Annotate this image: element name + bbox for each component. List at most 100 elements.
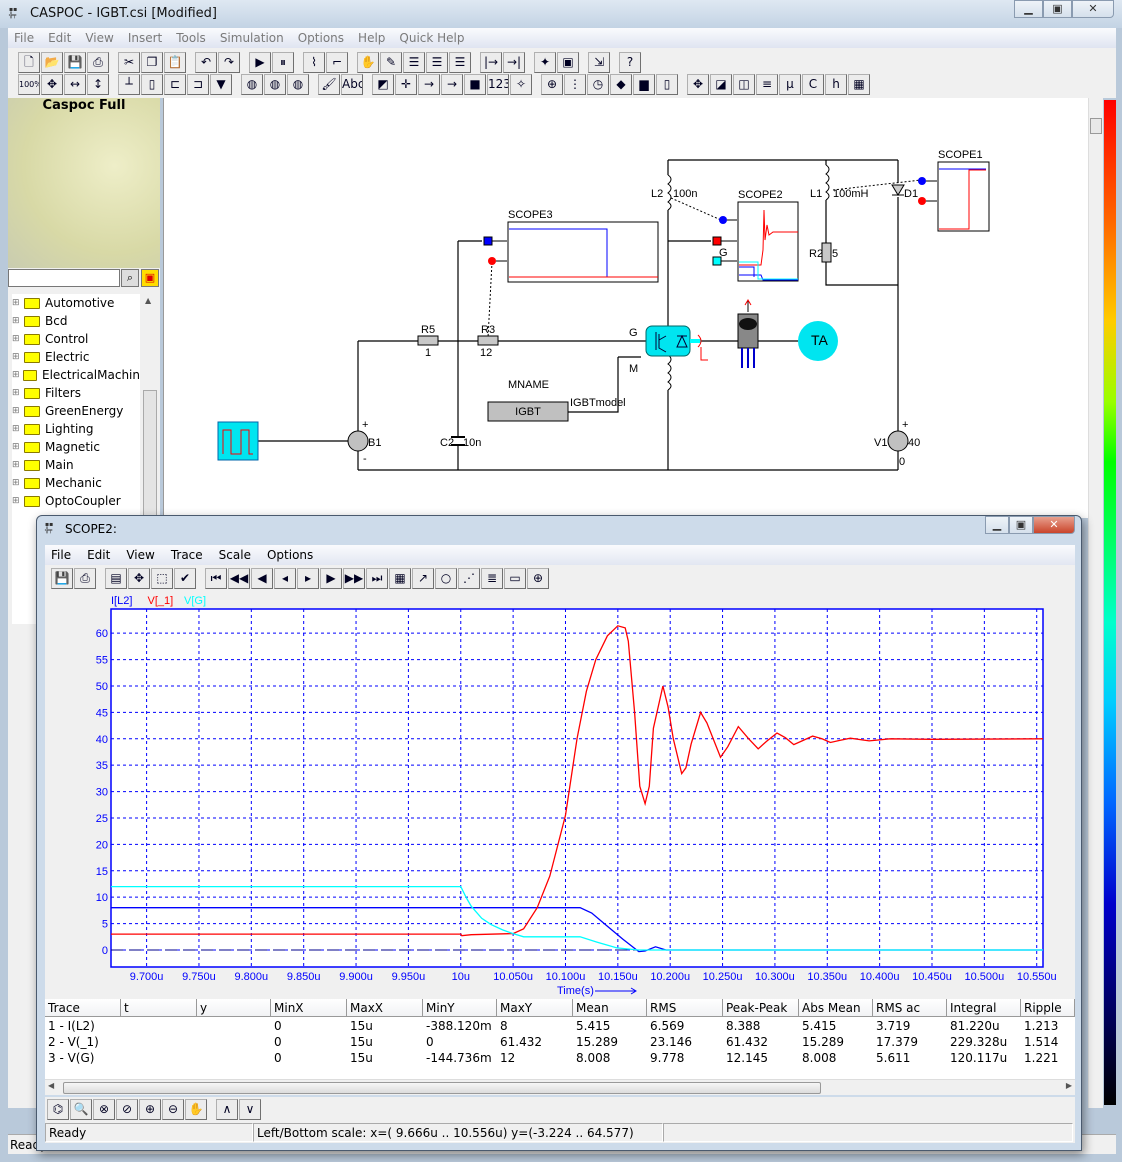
scope2-probe-blue[interactable] xyxy=(719,216,727,224)
crosshair-icon[interactable]: ⊕ xyxy=(527,568,549,589)
wire-2-icon[interactable]: → xyxy=(441,74,463,95)
globe-3-icon[interactable]: ◍ xyxy=(287,74,309,95)
fast-back-icon[interactable]: ◀◀ xyxy=(228,568,250,589)
node-icon[interactable]: ✛ xyxy=(395,74,417,95)
scroll-right-icon[interactable]: ▶ xyxy=(1066,1081,1072,1090)
fit-width-icon[interactable]: ↔ xyxy=(64,74,86,95)
wizard-icon[interactable]: ✦ xyxy=(534,52,556,73)
zoom-100-icon[interactable]: 100% xyxy=(18,74,40,95)
overlay-icon[interactable]: ◪ xyxy=(710,74,732,95)
library-search-input[interactable] xyxy=(8,269,120,287)
ground-icon[interactable]: ┴ xyxy=(118,74,140,95)
resistor-r3[interactable] xyxy=(477,335,499,346)
pause-icon[interactable]: ⏸ xyxy=(272,52,294,73)
zoom-in-icon[interactable]: ⊕ xyxy=(139,1099,161,1120)
graph-xy-icon[interactable]: ○ xyxy=(435,568,457,589)
tree-item-electricalmachin[interactable]: ⊞ ElectricalMachin xyxy=(12,366,140,384)
current-probe[interactable] xyxy=(697,334,708,361)
column-header-t[interactable]: t xyxy=(121,999,197,1017)
zoom-icon[interactable]: 🔍 xyxy=(70,1099,92,1120)
text-icon[interactable]: Abc xyxy=(341,74,363,95)
grid-icon[interactable]: ⋮ xyxy=(564,74,586,95)
table-icon[interactable]: ▦ xyxy=(389,568,411,589)
menu-options[interactable]: Options xyxy=(298,31,344,45)
bar-2-icon[interactable]: ▯ xyxy=(656,74,678,95)
cut-icon[interactable]: ✂ xyxy=(118,52,140,73)
scope-maximize-button[interactable]: ▣ xyxy=(1009,516,1033,534)
expand-icon[interactable]: ⊞ xyxy=(12,298,24,308)
igbt-device[interactable] xyxy=(645,325,691,357)
chip-h-icon[interactable]: h xyxy=(825,74,847,95)
globe-2-icon[interactable]: ◍ xyxy=(264,74,286,95)
step-forward-icon[interactable]: ▸ xyxy=(297,568,319,589)
chip-m-icon[interactable]: μ xyxy=(779,74,801,95)
scope3-probe-blue[interactable] xyxy=(483,236,493,246)
expand-icon[interactable]: ⊞ xyxy=(12,352,24,362)
tree-item-automotive[interactable]: ⊞ Automotive xyxy=(12,294,140,312)
crosshair-icon[interactable]: ⊕ xyxy=(541,74,563,95)
scope-menu-file[interactable]: File xyxy=(51,548,71,562)
binoculars-icon[interactable]: ⌬ xyxy=(47,1099,69,1120)
menu-help[interactable]: Help xyxy=(358,31,385,45)
color-icon[interactable]: ◩ xyxy=(372,74,394,95)
expand-icon[interactable]: ⊞ xyxy=(12,460,24,470)
column-header-maxy[interactable]: MaxY xyxy=(497,999,573,1017)
zoom-fit-icon[interactable]: ✥ xyxy=(687,74,709,95)
column-header-ripple[interactable]: Ripple xyxy=(1021,999,1075,1017)
scope2-block[interactable] xyxy=(737,201,799,282)
copy-icon[interactable]: ❐ xyxy=(141,52,163,73)
window-icon[interactable]: ▭ xyxy=(504,568,526,589)
back-icon[interactable]: ◀ xyxy=(251,568,273,589)
tree-item-control[interactable]: ⊞ Control xyxy=(12,330,140,348)
table-horizontal-scrollbar[interactable]: ◀ ▶ xyxy=(45,1079,1075,1095)
hand-icon[interactable]: ✋ xyxy=(357,52,379,73)
print-icon[interactable]: ⎙ xyxy=(87,52,109,73)
column-header-rms-ac[interactable]: RMS ac xyxy=(873,999,947,1017)
fill-icon[interactable]: ◆ xyxy=(610,74,632,95)
scroll-thumb[interactable] xyxy=(63,1082,821,1094)
expand-icon[interactable]: ⊞ xyxy=(12,424,24,434)
scope-menu-trace[interactable]: Trace xyxy=(171,548,203,562)
fit-icon[interactable]: ✥ xyxy=(128,568,150,589)
check-icon[interactable]: ✔ xyxy=(174,568,196,589)
scope1-block[interactable] xyxy=(937,161,990,232)
waveform-icon[interactable]: ⌇ xyxy=(303,52,325,73)
select-box-icon[interactable]: ⬚ xyxy=(151,568,173,589)
help-icon[interactable]: ? xyxy=(619,52,641,73)
component-a-icon[interactable]: ⊏ xyxy=(164,74,186,95)
resistor-r2[interactable] xyxy=(821,242,832,263)
tree-item-lighting[interactable]: ⊞ Lighting xyxy=(12,420,140,438)
tree-item-greenenergy[interactable]: ⊞ GreenEnergy xyxy=(12,402,140,420)
list-2-icon[interactable]: ☰ xyxy=(426,52,448,73)
menu-edit[interactable]: Edit xyxy=(48,31,71,45)
scope1-probe-blue[interactable] xyxy=(918,177,926,185)
scope-menu-scale[interactable]: Scale xyxy=(219,548,251,562)
scope-chart-area[interactable]: 0 5 10 15 20 25 30 35 40 45 50 55 60 9.700u 9.750u 9.80… xyxy=(45,593,1075,999)
menu-view[interactable]: View xyxy=(85,31,113,45)
align-icon[interactable]: ≡ xyxy=(756,74,778,95)
graph-dots-icon[interactable]: ⋰ xyxy=(458,568,480,589)
probe-icon[interactable]: ▼ xyxy=(210,74,232,95)
save-icon[interactable]: 💾 xyxy=(64,52,86,73)
expand-icon[interactable]: ⊞ xyxy=(12,370,23,380)
close-button[interactable]: ✕ xyxy=(1072,0,1114,18)
brush-icon[interactable]: 🖌 xyxy=(318,74,340,95)
scroll-thumb[interactable] xyxy=(1090,118,1102,134)
menu-insert[interactable]: Insert xyxy=(128,31,162,45)
scope-minimize-button[interactable]: ▁ xyxy=(985,516,1009,534)
scroll-up-icon[interactable]: ▲ xyxy=(145,296,151,305)
scope-menu-edit[interactable]: Edit xyxy=(87,548,110,562)
diode-d1[interactable] xyxy=(891,184,905,196)
scope2-probe-red[interactable] xyxy=(712,236,722,246)
source-v1[interactable] xyxy=(887,430,909,452)
menu-tools[interactable]: Tools xyxy=(176,31,206,45)
igbt-emitter-inductance[interactable] xyxy=(667,354,672,391)
schematic-canvas[interactable]: L2 100n L1 100mH D1 R2 5 SCOPE1 SCOPE2 G… xyxy=(163,98,1088,518)
export-icon[interactable]: ⇲ xyxy=(588,52,610,73)
trace-select-icon[interactable]: ▤ xyxy=(105,568,127,589)
list-3-icon[interactable]: ☰ xyxy=(449,52,471,73)
library-browse-icon[interactable]: ▣ xyxy=(141,269,159,287)
list-icon[interactable]: ☰ xyxy=(403,52,425,73)
search-icon[interactable]: ⌕ xyxy=(121,269,139,287)
tree-item-bcd[interactable]: ⊞ Bcd xyxy=(12,312,140,330)
